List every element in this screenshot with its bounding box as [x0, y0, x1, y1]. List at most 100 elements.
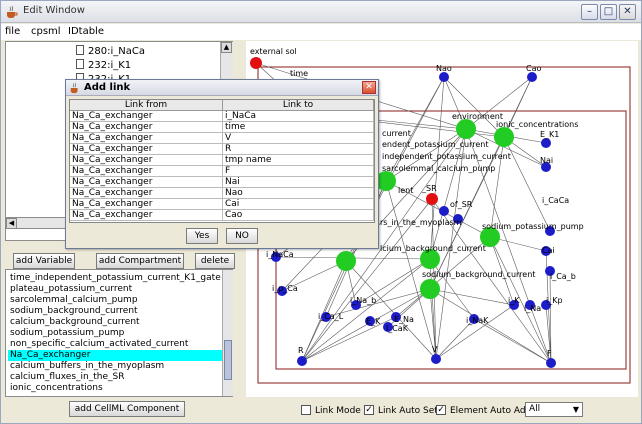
table-cell-to[interactable]: Cao	[223, 210, 374, 221]
label-of-sr: of_SR	[450, 200, 473, 209]
label-v: V	[432, 345, 438, 354]
scroll-thumb[interactable]	[224, 340, 232, 380]
column-header-link-to[interactable]: Link to	[223, 100, 374, 111]
dialog-title: Add link	[84, 82, 131, 93]
maximize-button[interactable]: □	[600, 4, 617, 20]
list-item[interactable]: plateau_potassium_current	[8, 284, 222, 295]
label-sodium-potassium-pump: sodium_potassium_pump	[482, 222, 584, 231]
node-cao[interactable]	[527, 72, 537, 82]
table-cell-from[interactable]: Na_Ca_exchanger	[70, 122, 223, 133]
minimize-button[interactable]: –	[581, 4, 598, 20]
filter-select[interactable]: All ▼	[525, 402, 583, 417]
label-calcium-background-current: lcium_background_current	[380, 244, 486, 253]
table-cell-to[interactable]: F	[223, 166, 374, 177]
table-cell-to[interactable]: tmp name	[223, 155, 374, 166]
close-button[interactable]: ✕	[619, 4, 636, 20]
label-cai: Cai	[542, 246, 555, 255]
tree-item[interactable]: 232:i_K1	[76, 59, 131, 71]
list-item[interactable]: non_specific_calcium_activated_current	[8, 339, 222, 350]
list-item-selected[interactable]: Na_Ca_exchanger	[8, 350, 222, 361]
add-compartment-button[interactable]: add Compartment	[96, 253, 184, 269]
node-potassium-current[interactable]	[376, 171, 396, 191]
table-cell-from[interactable]: Na_Ca_exchanger	[70, 166, 223, 177]
table-cell-to[interactable]: R	[223, 144, 374, 155]
list-item[interactable]: sodium_background_current	[8, 306, 222, 317]
menu-bar: file cpsml IDtable	[1, 24, 641, 40]
java-coffee-icon	[7, 5, 18, 18]
node-e-k1[interactable]	[541, 138, 551, 148]
label-sr: _SR	[421, 184, 437, 193]
list-item[interactable]: sodium_potassium_pump	[8, 328, 222, 339]
scroll-left-arrow-icon[interactable]: ◀	[6, 218, 17, 229]
table-cell-from[interactable]: Na_Ca_exchanger	[70, 210, 223, 221]
table-cell-from[interactable]: Na_Ca_exchanger	[70, 111, 223, 122]
label-f: F	[547, 349, 552, 358]
edit-window: Edit Window – □ ✕ file cpsml IDtable 280…	[0, 0, 642, 424]
menu-idtable[interactable]: IDtable	[68, 26, 104, 37]
label-i-ca-l: i_Ca_L	[318, 312, 344, 321]
dialog-close-button[interactable]: ✕	[362, 81, 376, 94]
no-button[interactable]: NO	[226, 228, 258, 244]
label-ionic-concentrations: ionic_concentrations	[496, 120, 578, 129]
table-cell-from[interactable]: Na_Ca_exchanger	[70, 188, 223, 199]
node-nao[interactable]	[439, 72, 449, 82]
label-independent-potassium-current: independent_potassium_current	[382, 152, 511, 161]
menu-cpsml[interactable]: cpsml	[31, 26, 61, 37]
node-ionic-concentrations[interactable]	[494, 127, 514, 147]
link-table[interactable]: Link from Link to Na_Ca_exchanger i_NaCa…	[69, 99, 375, 223]
node-f[interactable]	[546, 358, 556, 368]
delete-button[interactable]: delete	[195, 253, 235, 269]
node-sodium-background[interactable]	[420, 279, 440, 299]
tree-item[interactable]: 280:i_NaCa	[76, 45, 145, 57]
node-sr-a[interactable]	[439, 206, 449, 216]
table-cell-from[interactable]: Na_Ca_exchanger	[70, 177, 223, 188]
add-link-dialog: Add link ✕ Link from Link to Na_Ca_excha…	[65, 79, 379, 249]
table-cell-from[interactable]: Na_Ca_exchanger	[70, 144, 223, 155]
label-lent: lent	[398, 186, 413, 195]
node-v[interactable]	[431, 354, 441, 364]
list-item[interactable]: calcium_buffers_in_the_myoplasm	[8, 361, 222, 372]
table-cell-from[interactable]: Na_Ca_exchanger	[70, 199, 223, 210]
table-cell-to[interactable]: V	[223, 133, 374, 144]
window-title: Edit Window	[23, 5, 85, 16]
table-cell-to[interactable]: time	[223, 122, 374, 133]
scroll-up-arrow-icon[interactable]: ▲	[221, 42, 232, 53]
label-i-na: i_Na	[524, 304, 541, 313]
yes-button[interactable]: Yes	[186, 228, 218, 244]
column-header-link-from[interactable]: Link from	[70, 100, 223, 111]
table-cell-from[interactable]: Na_Ca_exchanger	[70, 133, 223, 144]
add-variable-button[interactable]: add Variable	[13, 253, 75, 269]
label-e-k: E_K	[366, 317, 381, 326]
label-i-k: i_K	[508, 296, 520, 305]
table-cell-to[interactable]: Nao	[223, 188, 374, 199]
link-auto-set-checkbox[interactable]: ✓	[364, 405, 374, 415]
node-na-ca-exchanger[interactable]	[426, 193, 438, 205]
menu-file[interactable]: file	[5, 26, 20, 37]
node-external-sol[interactable]	[250, 57, 262, 69]
component-list-scrollbar[interactable]	[222, 270, 233, 396]
list-item[interactable]: calcium_background_current	[8, 317, 222, 328]
table-cell-to[interactable]: i_NaCa	[223, 111, 374, 122]
list-item[interactable]: calcium_fluxes_in_the_SR	[8, 372, 222, 383]
label-current: current	[382, 129, 411, 138]
list-item[interactable]: sarcolemmal_calcium_pump	[8, 295, 222, 306]
component-list[interactable]: time_independent_potassium_current_K1_ga…	[5, 269, 233, 397]
list-item[interactable]: time_independent_potassium_current_K1_ga…	[8, 273, 222, 284]
dialog-title-bar[interactable]: Add link ✕	[66, 80, 378, 96]
add-cellml-component-button[interactable]: add CellML Component	[69, 401, 185, 417]
link-mode-checkbox[interactable]	[301, 405, 311, 415]
table-cell-from[interactable]: Na_Ca_exchanger	[70, 155, 223, 166]
label-nao: Nao	[436, 64, 452, 73]
table-cell-to[interactable]: Nai	[223, 177, 374, 188]
label-e-na: E_Na	[394, 315, 414, 324]
node-environment[interactable]	[456, 119, 476, 139]
node-r[interactable]	[297, 356, 307, 366]
table-cell-to[interactable]: Cai	[223, 199, 374, 210]
node-calcium-buffers[interactable]	[336, 251, 356, 271]
label-myoplasm: rs_in_the_myoplasm	[380, 218, 462, 227]
list-item[interactable]: ionic_concentrations	[8, 383, 222, 394]
element-auto-add-checkbox[interactable]: ✓	[436, 405, 446, 415]
label-i-caca: i_CaCa	[542, 196, 569, 205]
label-i-kp: i_Kp	[546, 296, 563, 305]
title-bar[interactable]: Edit Window – □ ✕	[1, 1, 641, 23]
